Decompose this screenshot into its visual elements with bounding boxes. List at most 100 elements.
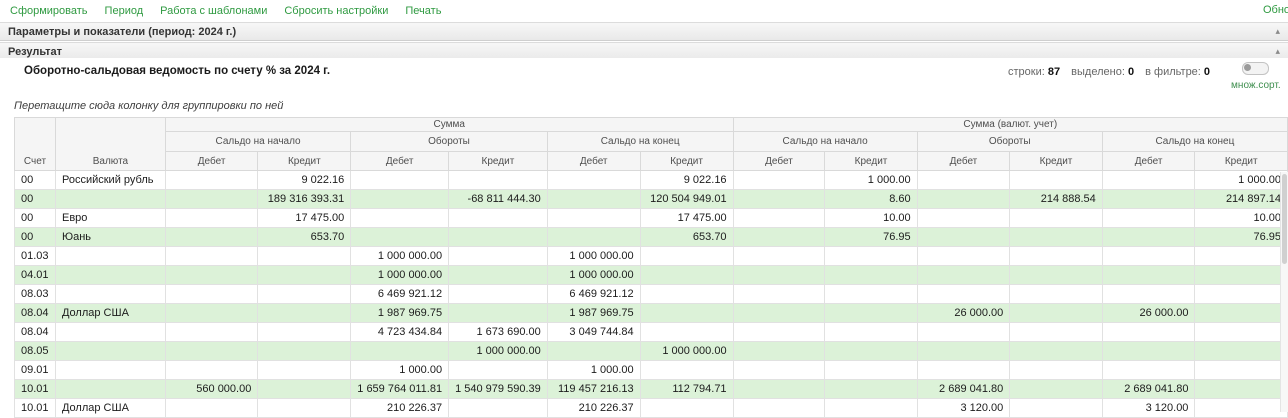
cell-amount[interactable]: 3 049 744.84 [547,323,640,342]
cell-amount[interactable] [825,399,917,418]
cell-amount[interactable]: 120 504 949.01 [640,190,733,209]
cell-currency[interactable]: Евро [55,209,165,228]
table-row[interactable]: 08.04Доллар США1 987 969.751 987 969.752… [15,304,1288,323]
cell-amount[interactable] [640,285,733,304]
table-row[interactable]: 00Юань653.70653.7076.9576.95 [15,228,1288,247]
cell-amount[interactable] [1195,304,1288,323]
cell-amount[interactable] [1102,247,1195,266]
cell-amount[interactable] [1195,323,1288,342]
col-header-currency[interactable]: Валюта [55,118,165,171]
cell-amount[interactable] [917,190,1010,209]
chevron-up-icon[interactable]: ▴ [1275,26,1280,37]
cell-amount[interactable] [640,399,733,418]
cell-amount[interactable]: 112 794.71 [640,380,733,399]
cell-amount[interactable] [1102,266,1195,285]
cell-amount[interactable]: 26 000.00 [1102,304,1195,323]
cell-account[interactable]: 08.05 [15,342,56,361]
cell-amount[interactable]: 214 897.14 [1195,190,1288,209]
col-header-credit[interactable]: Кредит [1195,152,1288,171]
group-header-sum-currency[interactable]: Сумма (валют. учет) [733,118,1287,132]
cell-amount[interactable]: 10.00 [1195,209,1288,228]
cell-amount[interactable]: 1 540 979 590.39 [449,380,548,399]
cell-amount[interactable] [1195,266,1288,285]
cell-account[interactable]: 00 [15,228,56,247]
cell-account[interactable]: 08.04 [15,323,56,342]
cell-amount[interactable] [258,266,351,285]
cell-amount[interactable] [165,361,257,380]
cell-amount[interactable]: 1 000 000.00 [547,247,640,266]
subgroup-opening-balance[interactable]: Сальдо на начало [733,132,917,152]
cell-currency[interactable]: Доллар США [55,304,165,323]
cell-amount[interactable]: 76.95 [1195,228,1288,247]
cell-amount[interactable] [258,323,351,342]
cell-amount[interactable]: 1 673 690.00 [449,323,548,342]
cell-amount[interactable] [1102,171,1195,190]
table-row[interactable]: 10.01Доллар США210 226.37210 226.373 120… [15,399,1288,418]
vertical-scrollbar[interactable] [1280,172,1288,412]
cell-amount[interactable]: 26 000.00 [917,304,1010,323]
cell-amount[interactable]: 17 475.00 [258,209,351,228]
cell-account[interactable]: 09.01 [15,361,56,380]
cell-amount[interactable] [1102,190,1195,209]
cell-amount[interactable]: 9 022.16 [640,171,733,190]
cell-amount[interactable] [733,190,825,209]
cell-amount[interactable] [547,228,640,247]
cell-amount[interactable] [165,228,257,247]
cell-amount[interactable]: 1 000.00 [825,171,917,190]
table-row[interactable]: 00189 316 393.31-68 811 444.30120 504 94… [15,190,1288,209]
cell-currency[interactable] [55,361,165,380]
cell-amount[interactable] [1010,285,1102,304]
cell-amount[interactable] [640,247,733,266]
cell-amount[interactable] [1195,361,1288,380]
cell-amount[interactable] [1010,171,1102,190]
cell-amount[interactable]: 10.00 [825,209,917,228]
cell-currency[interactable]: Доллар США [55,399,165,418]
cell-amount[interactable] [449,361,548,380]
params-panel-header[interactable]: Параметры и показатели (период: 2024 г.)… [0,22,1288,41]
cell-amount[interactable]: 214 888.54 [1010,190,1102,209]
col-header-credit[interactable]: Кредит [640,152,733,171]
cell-amount[interactable] [351,190,449,209]
table-row[interactable]: 09.011 000.001 000.00 [15,361,1288,380]
cell-amount[interactable]: 1 000 000.00 [640,342,733,361]
cell-amount[interactable] [733,228,825,247]
cell-amount[interactable]: 1 000 000.00 [547,266,640,285]
cell-currency[interactable] [55,323,165,342]
cell-amount[interactable]: 1 659 764 011.81 [351,380,449,399]
cell-amount[interactable]: 1 987 969.75 [351,304,449,323]
cell-amount[interactable] [640,323,733,342]
cell-amount[interactable] [1010,399,1102,418]
col-header-debit[interactable]: Дебет [1102,152,1195,171]
cell-amount[interactable]: 3 120.00 [917,399,1010,418]
cell-amount[interactable] [733,342,825,361]
cell-amount[interactable]: 8.60 [825,190,917,209]
cell-amount[interactable]: 3 120.00 [1102,399,1195,418]
cell-amount[interactable] [917,209,1010,228]
subgroup-closing-balance[interactable]: Сальдо на конец [547,132,733,152]
cell-amount[interactable]: 1 000.00 [1195,171,1288,190]
cell-amount[interactable] [258,399,351,418]
col-header-credit[interactable]: Кредит [1010,152,1102,171]
cell-amount[interactable] [449,228,548,247]
cell-amount[interactable] [917,361,1010,380]
cell-amount[interactable] [165,323,257,342]
cell-amount[interactable]: 1 000 000.00 [449,342,548,361]
cell-account[interactable]: 10.01 [15,380,56,399]
cell-amount[interactable] [733,266,825,285]
cell-amount[interactable] [258,361,351,380]
cell-amount[interactable]: 210 226.37 [351,399,449,418]
menu-period[interactable]: Период [105,5,144,17]
cell-amount[interactable] [825,380,917,399]
cell-account[interactable]: 08.03 [15,285,56,304]
cell-amount[interactable] [917,323,1010,342]
cell-amount[interactable] [547,342,640,361]
table-row[interactable]: 08.04 4 723 434.841 673 690.003 049 744.8… [15,323,1288,342]
cell-amount[interactable] [1010,361,1102,380]
cell-amount[interactable] [640,361,733,380]
cell-amount[interactable] [733,361,825,380]
menu-refresh[interactable]: Обновить [1263,4,1288,16]
cell-amount[interactable] [1102,209,1195,228]
cell-amount[interactable]: 4 723 434.84 [351,323,449,342]
cell-amount[interactable] [640,304,733,323]
cell-amount[interactable] [1010,266,1102,285]
